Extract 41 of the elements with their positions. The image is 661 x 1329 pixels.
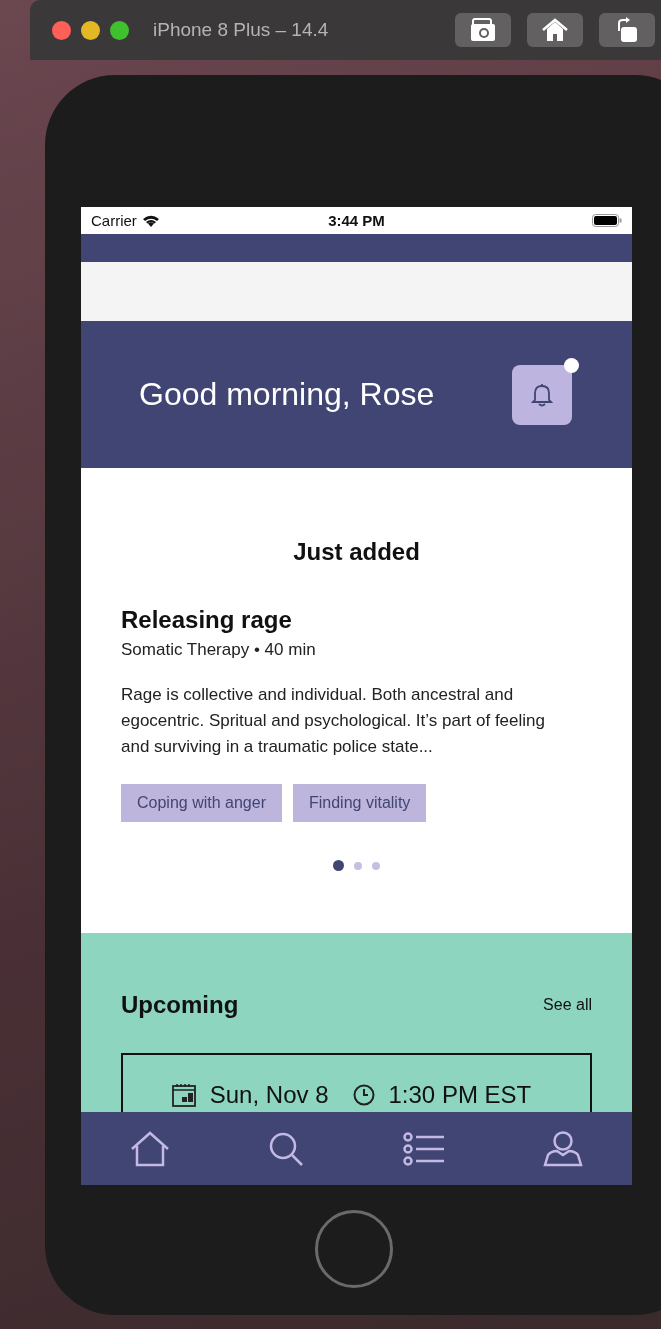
screenshot-button[interactable]: [455, 13, 511, 47]
search-icon: [268, 1130, 305, 1167]
close-button[interactable]: [52, 20, 71, 40]
section-title: Upcoming: [121, 991, 239, 1019]
tab-button[interactable]: [542, 1130, 583, 1167]
event-date: Sun, Nov 8: [209, 1081, 329, 1109]
tab-button[interactable]: [402, 1130, 445, 1167]
event-time: 1:30 PM EST: [388, 1081, 532, 1109]
page-dot[interactable]: [333, 860, 344, 871]
bell-icon: [531, 382, 553, 407]
home-button[interactable]: [527, 13, 583, 47]
carrier-label: Carrier: [91, 212, 137, 229]
page-dot[interactable]: [354, 861, 362, 870]
battery-icon: [592, 214, 622, 227]
home-icon: [130, 1130, 171, 1167]
rotate-button[interactable]: [599, 13, 655, 47]
tab-button[interactable]: [130, 1130, 171, 1167]
minimize-button[interactable]: [81, 20, 100, 40]
rotate-icon: [616, 17, 638, 43]
session-meta: Somatic Therapy • 40 min: [121, 640, 317, 660]
house-icon: [542, 18, 568, 42]
session-description: Rage is collective and individual. Both ancestral and egocentric. Spritual and psychological. It’s part of feeling and surviving in a traumatic police state...: [121, 684, 546, 758]
window-title: iPhone 8 Plus – 14.4: [153, 19, 330, 41]
wifi-icon: [141, 214, 160, 227]
section-title: Just added: [292, 538, 421, 566]
status-time: 3:44 PM: [327, 212, 386, 229]
session-title: Releasing rage: [121, 606, 293, 634]
page-dot[interactable]: [372, 861, 380, 870]
camera-icon: [470, 18, 496, 42]
greeting-text: Good morning, Rose: [139, 376, 436, 413]
home-hardware-button[interactable]: [315, 1210, 393, 1288]
list-icon: [402, 1130, 445, 1167]
profile-icon: [542, 1130, 583, 1167]
topic-tag[interactable]: Finding vitality: [292, 784, 427, 822]
tab-button[interactable]: [268, 1130, 305, 1167]
notifications-button[interactable]: [512, 364, 572, 425]
zoom-button[interactable]: [110, 20, 129, 40]
calendar-icon: [171, 1083, 196, 1107]
topic-tag[interactable]: Coping with anger: [121, 784, 282, 822]
see-all-link[interactable]: See all: [543, 996, 592, 1014]
clock-icon: [352, 1084, 375, 1106]
